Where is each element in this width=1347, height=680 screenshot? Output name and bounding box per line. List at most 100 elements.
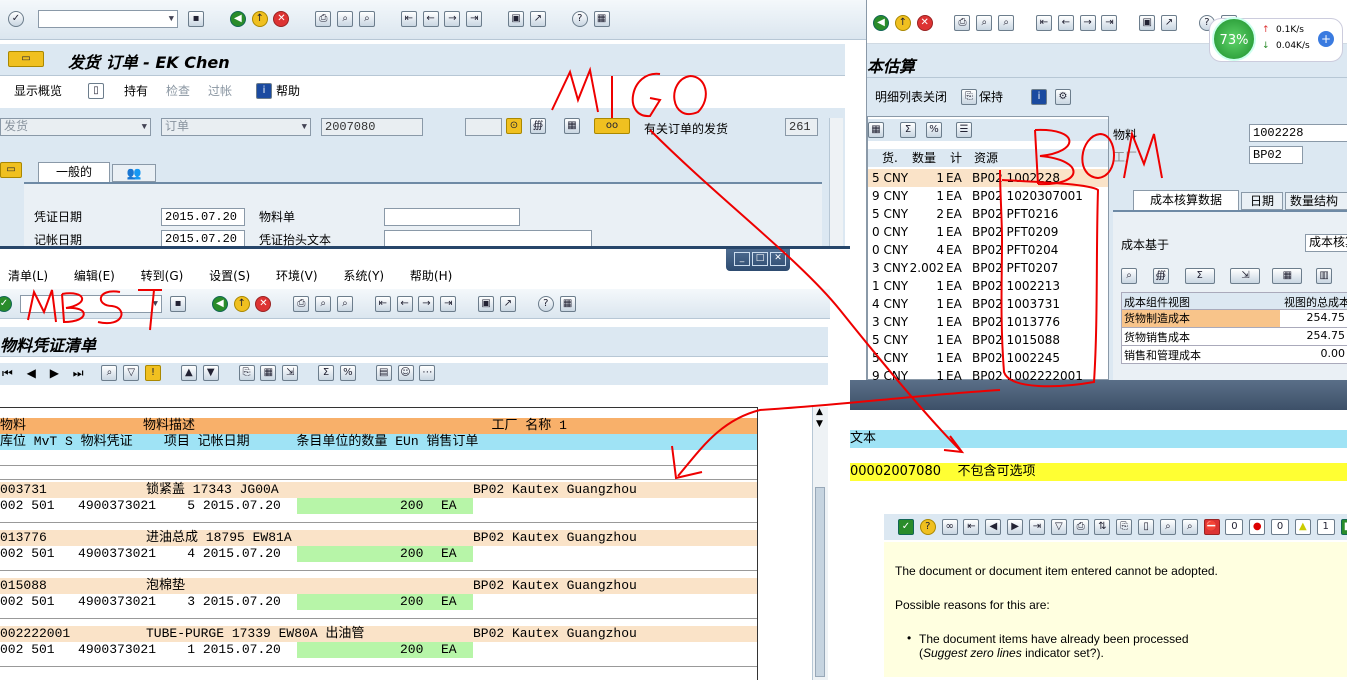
print-icon[interactable]: ⎙	[954, 15, 971, 31]
grid-icon[interactable]: ▦	[564, 118, 580, 134]
bom-row[interactable]: 5 CNY 2 EA BP02 PFT0216	[868, 205, 1108, 223]
find-icon[interactable]: ⌕	[976, 15, 993, 31]
new-doc-icon[interactable]: ▯	[88, 83, 104, 99]
msg-yellow-row[interactable]: 00002007080 不包含可选项	[850, 463, 1347, 481]
exit-icon[interactable]: ↑	[233, 296, 250, 312]
material-field[interactable]: 1002228	[1249, 124, 1347, 142]
bom-row[interactable]: 5 CNY 1 EA BP02 1002245	[868, 349, 1108, 367]
glasses-icon[interactable]: oo	[594, 118, 630, 134]
back-icon[interactable]: ◀	[873, 15, 889, 31]
choose-icon[interactable]: ⎘	[238, 365, 255, 381]
last-icon[interactable]: ⇥	[1028, 519, 1045, 535]
prev-icon[interactable]: ◀	[985, 519, 1002, 535]
error-icon[interactable]: ●	[1249, 519, 1266, 535]
record-material-row[interactable]: 015088 泡棉垫 BP02 Kautex Guangzhou	[0, 578, 757, 594]
post-button[interactable]: 过帐	[208, 80, 232, 102]
exit-icon[interactable]: ↑	[894, 15, 911, 31]
new-session-icon[interactable]: ▣	[508, 11, 525, 27]
record-detail-row[interactable]: 002 501 4900373021 1 2015.07.20 200 EA	[0, 642, 757, 658]
execute-icon[interactable]: ⊙	[506, 118, 522, 134]
bom-row[interactable]: 9 CNY 1 EA BP02 1002222001	[868, 367, 1108, 381]
binoculars-icon[interactable]: ∰	[530, 118, 546, 134]
minimize-icon[interactable]: _	[734, 252, 750, 266]
cancel-icon[interactable]: ✕	[273, 11, 290, 27]
material-slip-field[interactable]	[384, 208, 520, 226]
scroll-up-icon[interactable]: ▲	[816, 407, 823, 417]
find-icon[interactable]: ⌕	[315, 296, 332, 312]
bom-row[interactable]: 9 CNY 1 EA BP02 1020307001	[868, 187, 1108, 205]
sort-icon[interactable]: ⇅	[1094, 519, 1111, 535]
bom-row[interactable]: 4 CNY 1 EA BP02 1003731	[868, 295, 1108, 313]
plus-icon[interactable]: +	[1318, 31, 1334, 47]
save-icon[interactable]: ▪	[170, 296, 186, 312]
print-icon[interactable]: ⎙	[1072, 519, 1089, 535]
last-page-icon[interactable]: ⇥	[1101, 15, 1118, 31]
page-icon[interactable]: ▯	[1138, 519, 1155, 535]
new-session-icon[interactable]: ▣	[1139, 15, 1156, 31]
bom-row[interactable]: 3 CNY 2.002 EA BP02 PFT0207	[868, 259, 1108, 277]
command-field[interactable]	[38, 10, 178, 28]
find-next-icon[interactable]: ⌕	[358, 11, 375, 27]
overview-button[interactable]: 显示概览	[14, 80, 62, 102]
bom-row[interactable]: 1 CNY 1 EA BP02 1002213	[868, 277, 1108, 295]
prev-page-icon[interactable]: ←	[422, 11, 439, 27]
find-icon[interactable]: ⌕	[1159, 519, 1176, 535]
filter-icon[interactable]: ▽	[123, 365, 140, 381]
comp-row-label[interactable]: 货物制造成本	[1122, 310, 1280, 327]
action-select[interactable]: 发货	[0, 118, 151, 136]
plant-field[interactable]: BP02	[1249, 146, 1303, 164]
blank-field[interactable]	[465, 118, 502, 136]
help-icon[interactable]: ?	[571, 11, 588, 27]
export-icon[interactable]: ⇲	[1230, 268, 1261, 284]
record-detail-row[interactable]: 002 501 4900373021 3 2015.07.20 200 EA	[0, 594, 757, 610]
cancel-icon[interactable]: ✕	[255, 296, 272, 312]
chart-icon[interactable]: ▥	[1316, 268, 1333, 284]
list-icon[interactable]: ☰	[956, 122, 972, 138]
tab-general[interactable]: 一般的	[38, 162, 110, 182]
prev-page-icon[interactable]: ←	[1057, 15, 1074, 31]
comp-row-label[interactable]: 货物销售成本	[1124, 329, 1190, 345]
alert-icon[interactable]: !	[145, 365, 162, 381]
record-material-row[interactable]: 013776 进油总成 18795 EW81A BP02 Kautex Guangz…	[0, 530, 757, 546]
detail-icon[interactable]: ⌕	[101, 365, 118, 381]
first-icon[interactable]: ⏮	[2, 366, 13, 380]
prev-page-icon[interactable]: ←	[396, 296, 413, 312]
dots-icon[interactable]: ⋯	[419, 365, 436, 381]
bom-row[interactable]: 5 CNY 1 EA BP02 1002228	[868, 169, 1108, 187]
folder-icon[interactable]: ▭	[0, 162, 22, 178]
print-icon[interactable]: ⎙	[293, 296, 310, 312]
exit-icon[interactable]: ↑	[251, 11, 268, 27]
reference-select[interactable]: 订单	[161, 118, 311, 136]
comp-row-label[interactable]: 销售和管理成本	[1124, 347, 1201, 363]
shortcut-icon[interactable]: ↗	[529, 11, 546, 27]
last-icon[interactable]: ⏭	[73, 366, 84, 380]
find-next-icon[interactable]: ⌕	[998, 15, 1015, 31]
layout-icon[interactable]: ▦	[1272, 268, 1303, 284]
migo-scrollbar[interactable]	[829, 118, 843, 246]
menu-goto[interactable]: 转到(G)	[141, 269, 184, 283]
check-button[interactable]: 检查	[166, 80, 190, 102]
tab-qty-structure[interactable]: 数量结构	[1285, 192, 1347, 210]
detail-icon[interactable]: ⌕	[1121, 268, 1137, 284]
new-session-icon[interactable]: ▣	[478, 296, 495, 312]
tab-costing-data[interactable]: 成本核算数据	[1133, 190, 1239, 210]
subtotal-icon[interactable]: %	[926, 122, 942, 138]
close-icon[interactable]: ✕	[770, 252, 786, 266]
bom-row[interactable]: 0 CNY 4 EA BP02 PFT0204	[868, 241, 1108, 259]
tab-partner[interactable]: 👥	[112, 164, 156, 182]
bom-row[interactable]: 5 CNY 1 EA BP02 1015088	[868, 331, 1108, 349]
warning-icon[interactable]: ▲	[1294, 519, 1311, 535]
enter-icon[interactable]: ✓	[8, 11, 24, 27]
sum-icon[interactable]: Σ	[1184, 268, 1215, 284]
question-icon[interactable]: ?	[919, 519, 936, 535]
success-icon[interactable]: ■	[1340, 519, 1347, 535]
first-icon[interactable]: ⇤	[963, 519, 980, 535]
help-button[interactable]: 帮助	[276, 80, 300, 102]
bom-row[interactable]: 0 CNY 1 EA BP02 PFT0209	[868, 223, 1108, 241]
scroll-down-icon[interactable]: ▼	[816, 419, 823, 429]
menu-system[interactable]: 系统(Y)	[343, 269, 384, 283]
glasses-icon[interactable]: ∞	[941, 519, 958, 535]
cancel-icon[interactable]: ✕	[916, 15, 933, 31]
hold-button[interactable]: 保持	[979, 86, 1003, 108]
settings-icon[interactable]: ⚙	[1055, 89, 1071, 105]
